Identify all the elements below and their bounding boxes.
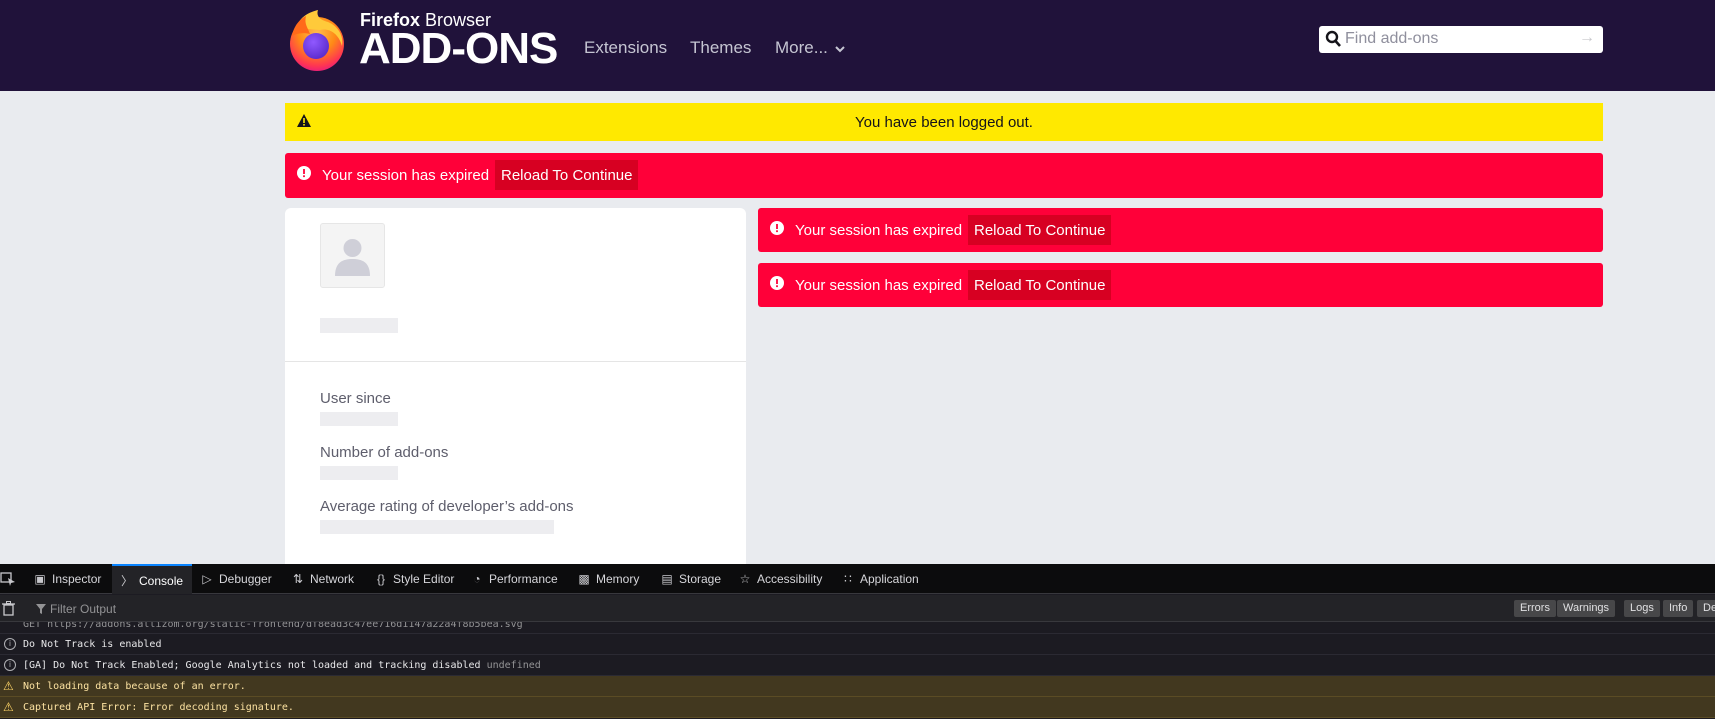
search-icon <box>1325 30 1341 47</box>
nav-more-dropdown[interactable]: More... <box>775 38 845 58</box>
style-editor-icon: {} <box>376 572 385 586</box>
console-message-text: [GA] Do Not Track Enabled; Google Analyt… <box>23 660 541 671</box>
reload-to-continue-button[interactable]: Reload To Continue <box>968 215 1112 245</box>
console-message-text: Do Not Track is enabled <box>23 639 162 650</box>
addons-count-label: Number of add-ons <box>320 444 449 461</box>
nav-themes-link[interactable]: Themes <box>690 38 751 58</box>
site-header: Firefox Browser ADD-ONS Extensions Theme… <box>0 0 1715 91</box>
console-message-text: GET https://addons.allizom.org/static-fr… <box>23 622 523 630</box>
filter-errors-button[interactable]: Errors <box>1514 600 1556 617</box>
console-filter-bar: Filter Output Errors Warnings Logs Info … <box>0 595 1715 622</box>
avg-rating-placeholder <box>320 520 554 534</box>
tab-inspector[interactable]: ▣ Inspector <box>33 564 101 594</box>
trash-icon[interactable] <box>2 601 15 616</box>
avatar <box>320 223 385 288</box>
info-icon: i <box>4 638 16 650</box>
devtools-toolbar: ▣ Inspector 〉 Console ▷ Debugger ⇅ Network {… <box>0 564 1715 594</box>
session-expired-message: Your session has expired <box>322 167 490 184</box>
warning-icon: ⚠ <box>3 700 14 714</box>
error-icon <box>770 276 784 290</box>
divider <box>285 361 746 362</box>
logged-out-notice: You have been logged out. <box>285 103 1603 141</box>
addons-count-placeholder <box>320 466 398 480</box>
console-warning: ⚠ Captured API Error: Error decoding sig… <box>0 697 1715 718</box>
logged-out-message: You have been logged out. <box>855 114 1033 131</box>
performance-icon: ◔ <box>473 572 481 586</box>
error-icon <box>297 166 311 180</box>
avg-rating-label: Average rating of developer’s add-ons <box>320 498 574 515</box>
user-since-placeholder <box>320 412 398 426</box>
devtools-panel: ▣ Inspector 〉 Console ▷ Debugger ⇅ Network {… <box>0 564 1715 719</box>
error-icon <box>770 221 784 235</box>
console-warning: ⚠ Not loading data because of an error. <box>0 676 1715 697</box>
tab-console[interactable]: 〉 Console <box>112 564 192 594</box>
filter-warnings-button[interactable]: Warnings <box>1557 600 1616 617</box>
tab-debugger[interactable]: ▷ Debugger <box>200 564 271 594</box>
debugger-icon: ▷ <box>202 572 212 586</box>
brand-title[interactable]: ADD-ONS <box>359 24 558 74</box>
memory-icon: ▩ <box>578 572 590 586</box>
session-expired-message: Your session has expired <box>795 222 963 239</box>
tab-style-editor[interactable]: {} Style Editor <box>374 564 454 594</box>
element-picker-icon[interactable] <box>0 572 16 587</box>
network-icon: ⇅ <box>292 572 304 586</box>
firefox-logo-icon[interactable] <box>284 6 350 72</box>
tab-storage[interactable]: ▤ Storage <box>660 564 721 594</box>
warning-icon: ⚠ <box>3 679 14 693</box>
tab-memory[interactable]: ▩ Memory <box>577 564 639 594</box>
user-since-label: User since <box>320 390 391 407</box>
name-placeholder <box>320 318 398 333</box>
console-icon: 〉 <box>120 574 133 588</box>
reload-to-continue-button[interactable]: Reload To Continue <box>495 160 639 190</box>
session-expired-notice: Your session has expired Reload To Conti… <box>758 263 1603 307</box>
nav-more-label: More... <box>775 38 828 57</box>
session-expired-message: Your session has expired <box>795 277 963 294</box>
tab-network[interactable]: ⇅ Network <box>291 564 354 594</box>
chevron-down-icon <box>834 46 845 53</box>
nav-extensions-link[interactable]: Extensions <box>584 38 667 58</box>
console-message: i Do Not Track is enabled <box>0 634 1715 655</box>
inspector-icon: ▣ <box>34 572 46 586</box>
info-icon: i <box>4 659 16 671</box>
search-submit-arrow-icon[interactable]: → <box>1579 29 1595 47</box>
filter-logs-button[interactable]: Logs <box>1624 600 1660 617</box>
storage-icon: ▤ <box>661 572 673 586</box>
reload-to-continue-button[interactable]: Reload To Continue <box>968 270 1112 300</box>
filter-icon <box>36 604 46 614</box>
application-icon: ∷ <box>844 572 852 586</box>
console-message-text: Captured API Error: Error decoding signa… <box>23 702 294 713</box>
filter-debug-button[interactable]: De <box>1697 600 1715 617</box>
tab-accessibility[interactable]: ☆ Accessibility <box>738 564 823 594</box>
console-message: i [GA] Do Not Track Enabled; Google Anal… <box>0 655 1715 676</box>
filter-info-button[interactable]: Info <box>1663 600 1694 617</box>
tab-performance[interactable]: ◔ Performance <box>470 564 557 594</box>
console-message: GET https://addons.allizom.org/static-fr… <box>0 622 1715 634</box>
user-profile-card: User since Number of add-ons Average rat… <box>285 208 746 568</box>
session-expired-notice: Your session has expired Reload To Conti… <box>758 208 1603 252</box>
user-placeholder-icon <box>335 239 370 276</box>
console-message-text: Not loading data because of an error. <box>23 681 246 692</box>
search-box: → <box>1319 26 1603 53</box>
tab-application[interactable]: ∷ Application <box>841 564 919 594</box>
accessibility-icon: ☆ <box>739 572 751 586</box>
session-expired-notice: Your session has expired Reload To Conti… <box>285 153 1603 198</box>
filter-output-input[interactable]: Filter Output <box>50 602 116 616</box>
search-input[interactable] <box>1345 28 1575 50</box>
